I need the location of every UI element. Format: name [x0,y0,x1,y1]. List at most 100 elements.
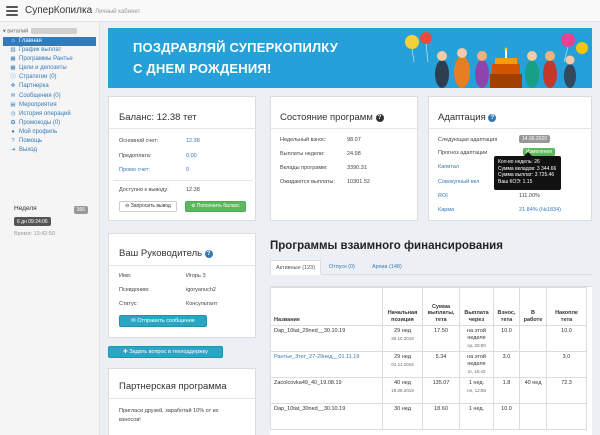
grid-icon: ▦ [10,56,16,63]
leader-title: Ваш Руководитель ? [119,248,213,259]
programs-state-title: Состояние программ ? [280,112,384,123]
leader-panel: Ваш Руководитель ? Имя: Игорь З Псевдони… [108,233,257,338]
user-dropdown[interactable]: ▾ виталий [3,28,78,35]
programs-state-title-text: Состояние программ [280,112,373,123]
forecast-label: Прогноз адаптации [438,150,488,156]
help-icon: ? [11,138,15,145]
cell-via: 1 нед. [459,403,494,430]
cell-name[interactable]: Рантье_3тет_27-29нед__01.11.19 [270,351,383,378]
weekly-fee-label: Недельный взнос: [280,137,327,143]
sidebar-item-9[interactable]: ✪ Промокоды (0) [3,119,96,128]
user-name: виталий [7,28,29,35]
balance-title: Баланс: 12.38 тет [119,112,197,123]
question-icon[interactable]: ? [204,250,213,258]
sidebar-item-10[interactable]: ● Мой профиль [3,128,96,137]
user-icon: ● [11,128,15,135]
cell-start-week: 29 нед [394,354,411,360]
sidebar-item-2[interactable]: ▦ Программы Рантье [3,55,96,64]
week-payouts-label: Выплаты недели: [280,151,325,157]
sidebar-item-8[interactable]: ◷ История операций [3,110,96,119]
sidebar-item-12[interactable]: ⇥ Выход [3,146,96,155]
sidebar-item-label: Промокоды (0) [19,119,61,126]
cell-via-text: 1 нед. [468,380,485,386]
partner-title: Партнерская программа [119,381,227,392]
birthday-banner[interactable]: ПОЗДРАВЛЯЙ СУПЕРКОПИЛКУ С ДНЕМ РОЖДЕНИЯ! [108,28,592,88]
question-icon[interactable]: ? [488,114,497,122]
withdraw-button[interactable]: ⊖ Запросить вывод [119,201,177,212]
karma-label[interactable]: Карма [438,207,454,213]
brand-name: СуперКопилка [25,5,93,16]
cell-fee: 3.0 [493,351,520,378]
exit-icon: ⇥ [10,147,16,154]
promo-icon: ✪ [10,119,16,126]
sidebar-item-5[interactable]: ✜ Партнерка [3,82,96,91]
col-work[interactable]: В работе [519,287,547,326]
capital-label[interactable]: Капитал [438,164,459,170]
sidebar-item-label: Выход [19,147,37,154]
program-deposits-value: 3390.31 [347,165,367,171]
table-row[interactable]: Zacolcovka49_40_19.08.19 40 нед 19.08.2019… [270,377,587,404]
cell-start-date: 19.08.2019 [391,388,414,393]
main-account-label: Основной счет: [119,138,159,144]
cell-start-week: 30 нед [394,406,411,412]
table-row[interactable]: Dap_10tat_30ned__30.10.19 30 нед 18.60 1 не… [270,403,587,430]
sidebar-item-0[interactable]: ⌂ Главная [3,37,96,47]
sidebar-item-label: История операций [19,110,71,117]
brand[interactable]: СуперКопилка Личный кабинет [25,5,140,16]
sidebar-item-label: Мой профиль [19,128,58,135]
col-name[interactable]: Название [270,287,383,326]
programs-state-panel: Состояние программ ? Недельный взнос: 98… [270,96,419,221]
roi-label[interactable]: ROI [438,193,448,199]
sidebar-item-6[interactable]: ✉ Сообщения (0) [3,92,96,101]
cell-acc: 72.3 [546,377,587,404]
countdown-badge: 6 дн 09:24:06 [14,217,51,226]
karma-value[interactable]: 21.84% (№1834) [519,207,561,213]
tab-vacation[interactable]: Отпуск (0) [324,260,360,275]
cell-fee: 10.0 [493,403,520,430]
cell-name: Zacolcovka49_40_19.08.19 [270,377,383,404]
support-button[interactable]: ✚ Задать вопрос в техподдержку [108,346,223,358]
question-icon[interactable]: ? [375,114,384,122]
promo-account-label[interactable]: Промо счет: [119,167,150,173]
partner-panel: Партнерская программа Пригласи друзей, з… [108,368,257,435]
sidebar-item-3[interactable]: ▦ Цели и депозиты [3,64,96,73]
leader-status-label: Статус: [119,301,138,307]
prepayment-label: Предоплата: [119,153,152,159]
sidebar-item-label: Сообщения (0) [19,92,61,99]
col-sum[interactable]: Сумма выплаты, тета [422,287,460,326]
cell-work [519,325,547,352]
tab-active[interactable]: Активные (123) [270,260,322,275]
banner-people-illustration [392,28,592,88]
grid-icon: ▦ [10,65,16,72]
sidebar-item-11[interactable]: ? Помощь [3,137,96,146]
weekly-fee-value: 98.07 [347,137,361,143]
week-label: Неделя [14,205,37,212]
cell-fee: 1.8 [493,377,520,404]
table-row[interactable]: Dap_10tat_29ned__30.10.19 29 нед 30.10.201… [270,325,587,352]
partner-text-1: Пригласи друзей, заработай 10% от их [119,408,219,414]
main-account-value[interactable]: 12.38 [186,138,200,144]
col-via[interactable]: Выплата через [459,287,494,326]
history-icon: ◷ [10,110,16,117]
table-row[interactable]: Рантье_3тет_27-29нед__01.11.19 29 нед 01.1… [270,351,587,378]
col-acc[interactable]: Накопле тета [546,287,587,326]
week-info: Неделя 366 6 дн 09:24:06 Время: 13:42:50 [14,205,90,237]
sidebar-item-label: График выплат [19,47,62,54]
prepayment-value[interactable]: 0.00 [186,153,197,159]
tab-archive[interactable]: Архив (148) [367,260,407,275]
menu-toggle-icon[interactable] [6,6,18,16]
col-fee[interactable]: Взнос, тета [493,287,520,326]
sidebar-item-7[interactable]: ▤ Мероприятия [3,101,96,110]
cell-via: на этой неделе ср, 20:00 [459,325,494,352]
cumulative-label[interactable]: Совокупный вкл [438,179,479,185]
cell-acc: 10.0 [546,325,587,352]
cell-work: 40 нед [519,377,547,404]
promo-account-value[interactable]: 0 [186,167,189,173]
sidebar-item-4[interactable]: ⓘ Стратегии (0) [3,73,96,82]
cell-via-date: ср, 20:00 [467,343,486,348]
cell-start: 29 нед 30.10.2019 [382,325,423,352]
send-message-button[interactable]: ✉ Отправить сообщение [119,315,207,327]
col-start[interactable]: Начальная позиция [382,287,423,326]
sidebar-item-1[interactable]: ▥ График выплат [3,46,96,55]
topup-button[interactable]: ⊕ Пополнить баланс [185,201,246,212]
